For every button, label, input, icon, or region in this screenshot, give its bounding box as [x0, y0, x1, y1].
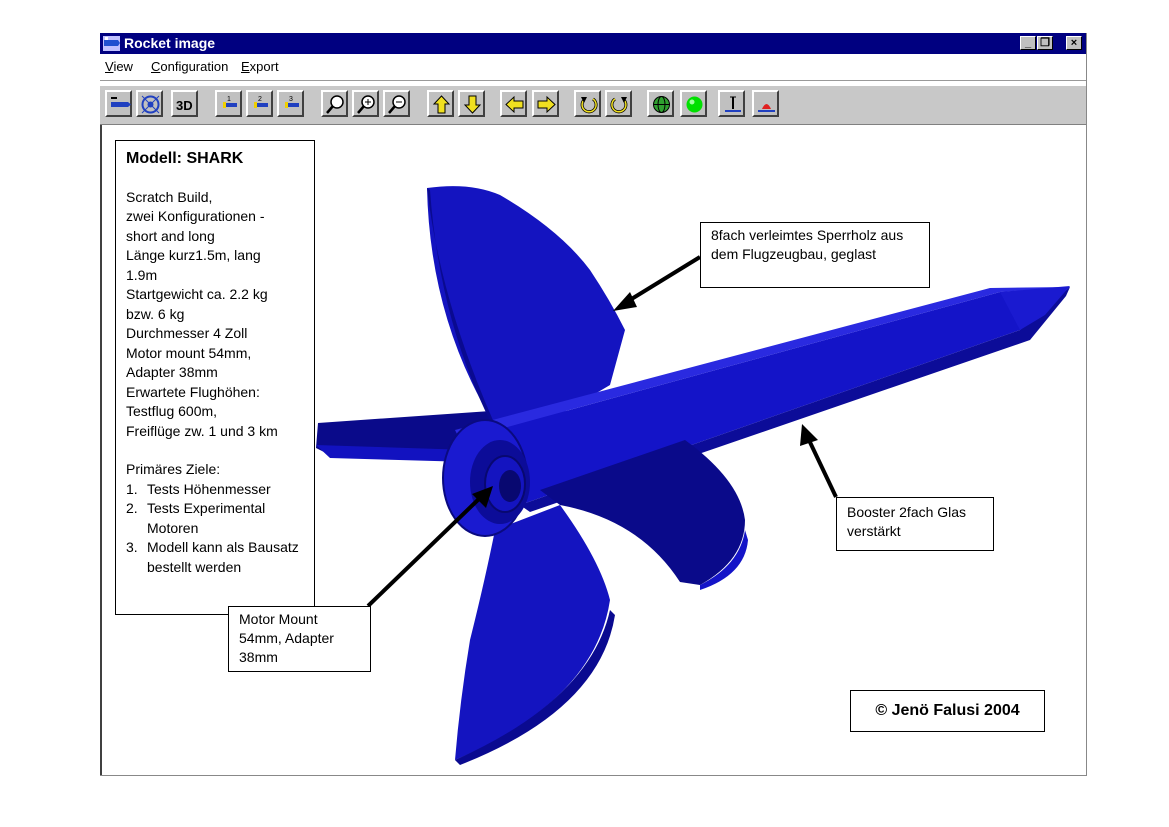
goal-text: Tests Experimental Motoren [147, 500, 266, 536]
info-line: Scratch Build, [126, 188, 213, 205]
info-line: Durchmesser 4 Zoll [126, 325, 248, 341]
info-line: Freiflüge zw. 1 und 3 km [126, 422, 278, 439]
goal-item: 2. Tests Experimental Motoren [126, 499, 304, 538]
goals-title: Primäres Ziele: [126, 461, 221, 477]
info-line: short and long [126, 227, 215, 244]
copyright-label: © Jenö Falusi 2004 [850, 690, 1045, 732]
info-line: Erwartete Flughöhen: [126, 383, 260, 400]
goals-list: 1. Tests Höhenmesser 2. Tests Experimental … [126, 480, 304, 578]
motor-mount-hole [499, 470, 521, 502]
goal-number: 3. [126, 539, 138, 555]
arrow-motor [366, 486, 493, 608]
info-line: Startgewicht ca. 2.2 kg [126, 286, 268, 302]
goal-item: 1. Tests Höhenmesser [126, 480, 304, 500]
info-line: bzw. 6 kg [126, 305, 185, 322]
goal-item: 3. Modell kann als Bausatz bestellt werde… [126, 538, 304, 577]
info-line: Länge kurz1.5m, lang [126, 247, 261, 263]
goal-number: 1. [126, 480, 138, 497]
model-title: Modell: SHARK [126, 150, 244, 167]
arrow-booster [800, 424, 838, 498]
info-lines: Scratch Build, zwei Konfigurationen - shor… [126, 188, 304, 442]
info-line: Motor mount 54mm, [126, 344, 252, 361]
goal-number: 2. [126, 500, 138, 516]
info-line: 1.9m [126, 266, 158, 283]
info-line: Testflug 600m, [126, 403, 218, 419]
info-line: Adapter 38mm [126, 364, 218, 380]
model-info-box: Modell: SHARK Scratch Build, zwei Konfigu… [115, 140, 315, 615]
info-line: zwei Konfigurationen - [126, 208, 265, 224]
fin-callout: 8fach verleimtes Sperrholz aus dem Flugz… [700, 222, 930, 288]
motor-mount-callout: Motor Mount 54mm, Adapter 38mm [228, 606, 371, 672]
goal-text: Modell kann als Bausatz bestellt werden [147, 539, 299, 575]
booster-callout: Booster 2fach Glas verstärkt [836, 497, 994, 551]
goal-text: Tests Höhenmesser [147, 480, 271, 497]
arrow-fin [613, 255, 702, 311]
